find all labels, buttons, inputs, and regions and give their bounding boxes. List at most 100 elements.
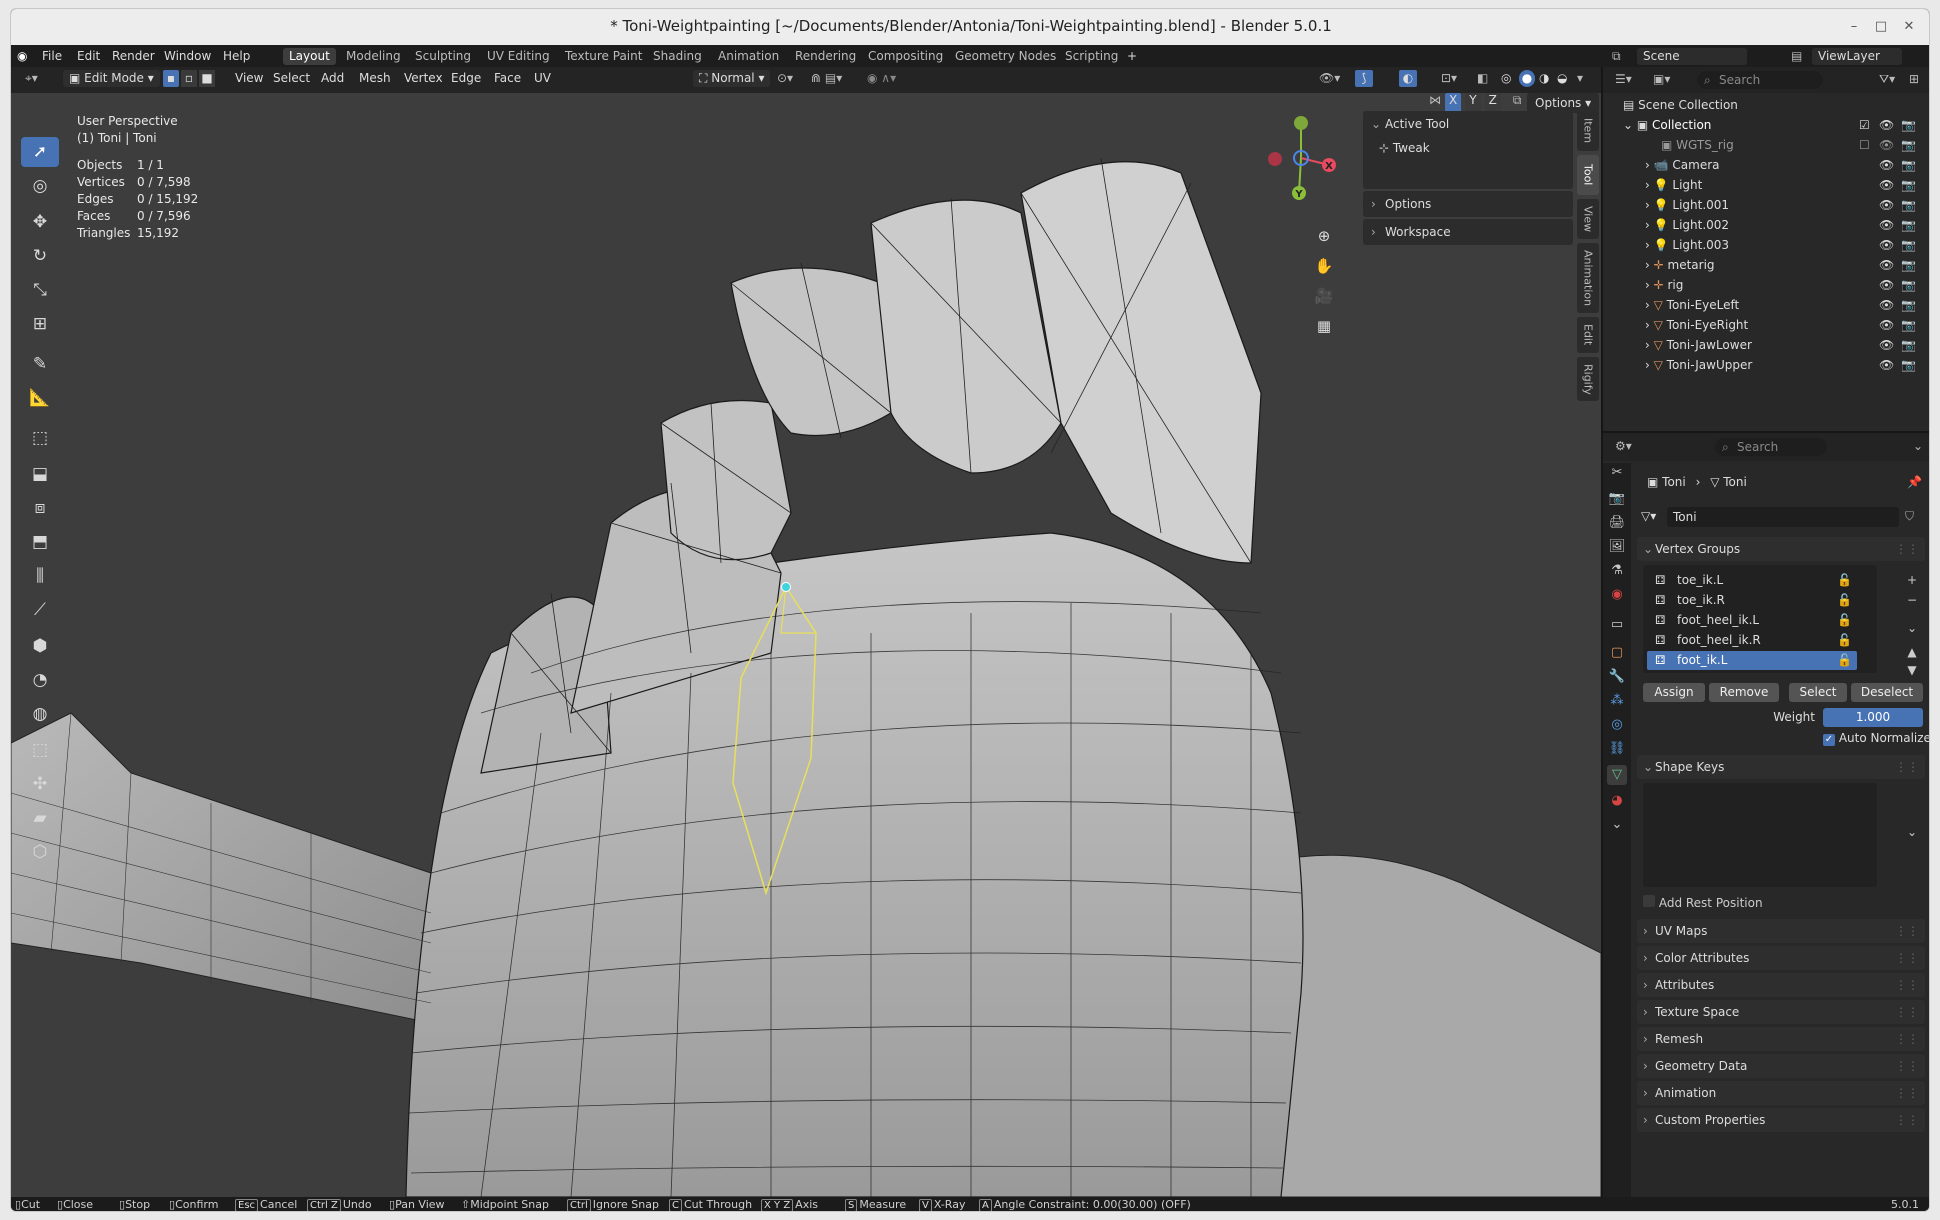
gizmo-neg-x-handle[interactable] (1268, 152, 1282, 166)
collection-tab-icon[interactable]: ▭ (1607, 615, 1627, 635)
section-uv-maps[interactable]: › UV Maps ⋮⋮ (1637, 919, 1925, 943)
outliner-item-toni-eyeleft[interactable]: › ▽ Toni-EyeLeft 👁 📷 (1603, 295, 1929, 315)
drag-handle-icon[interactable]: ⋮⋮ (1895, 755, 1919, 779)
eye-icon[interactable]: 👁 (1879, 215, 1894, 235)
outliner-item-light-001[interactable]: › 💡 Light.001 👁 📷 (1603, 195, 1929, 215)
material-tab-icon[interactable]: ◕ (1607, 791, 1627, 811)
gizmo-z-handle[interactable] (1294, 116, 1308, 130)
remove-vertex-group-icon[interactable]: − (1903, 591, 1921, 609)
drag-handle-icon[interactable]: ⋮⋮ (1895, 1000, 1919, 1024)
add-workspace-button[interactable]: + (1127, 48, 1137, 65)
extrude-tool-icon[interactable]: ⬓ (21, 459, 59, 489)
camera-render-icon[interactable]: 📷 (1901, 295, 1916, 315)
lock-icon[interactable]: 🔓 (1837, 611, 1852, 630)
eye-icon[interactable]: 👁 (1879, 315, 1894, 335)
inset-tool-icon[interactable]: ⧈ (21, 493, 59, 523)
eye-icon[interactable]: 👁 (1879, 115, 1894, 135)
scene-selector[interactable]: Scene (1637, 48, 1747, 65)
maximize-icon[interactable]: □ (1871, 17, 1891, 37)
vertex-group-item[interactable]: ⚃ foot_heel_ik.R 🔓 (1647, 631, 1857, 650)
properties-search-input[interactable]: ⌕ Search (1715, 438, 1827, 456)
camera-render-icon[interactable]: 📷 (1901, 195, 1916, 215)
lock-icon[interactable]: 🔓 (1837, 651, 1852, 670)
modifier-tab-icon[interactable]: 🔧 (1607, 667, 1627, 687)
navigation-gizmo[interactable]: X Y (1251, 113, 1351, 203)
measure-tool-icon[interactable]: 📐 (21, 383, 59, 413)
move-down-icon[interactable]: ▼ (1903, 661, 1921, 679)
particles-tab-icon[interactable]: ⁂ (1607, 691, 1627, 711)
add-cube-tool-icon[interactable]: ⬚ (21, 423, 59, 453)
overlay-toggle-icon[interactable]: ◐ (1399, 70, 1417, 87)
mirror-icon[interactable]: ⋈ (1429, 93, 1441, 113)
outliner-item-rig[interactable]: › ✛ rig 👁 📷 (1603, 275, 1929, 295)
camera-render-icon[interactable]: 📷 (1901, 155, 1916, 175)
eye-icon[interactable]: 👁 (1879, 195, 1894, 215)
pin-icon[interactable]: 📌 (1907, 475, 1922, 489)
zoom-icon[interactable]: ⊕ (1311, 223, 1337, 249)
workspace-tab-rendering[interactable]: Rendering (789, 48, 862, 65)
knife-tool-icon[interactable]: ⟋ (21, 595, 59, 625)
mirror-y-button[interactable]: Y (1465, 93, 1481, 113)
vertex-group-item-selected[interactable]: ⚃ foot_ik.L 🔓 (1647, 651, 1857, 670)
outliner-item-toni-jawlower[interactable]: › ▽ Toni-JawLower 👁 📷 (1603, 335, 1929, 355)
menu-vertex[interactable]: Vertex (404, 70, 443, 87)
eye-icon[interactable]: 👁 (1879, 235, 1894, 255)
drag-handle-icon[interactable]: ⋮⋮ (1895, 1027, 1919, 1051)
move-tool-icon[interactable]: ✥ (21, 207, 59, 237)
mirror-x-button[interactable]: X (1445, 93, 1462, 113)
vertex-groups-section[interactable]: ⌄ Vertex Groups ⋮⋮ (1637, 537, 1925, 561)
options-panel[interactable]: › Options (1363, 191, 1573, 217)
menu-edit[interactable]: Edit (77, 48, 100, 65)
drag-handle-icon[interactable]: ⋮⋮ (1895, 1054, 1919, 1078)
new-collection-icon[interactable]: ⊞ (1909, 72, 1919, 86)
mode-dropdown[interactable]: ▣ Edit Mode ▾ (63, 70, 160, 87)
camera-render-icon[interactable]: 📷 (1901, 315, 1916, 335)
transform-tool-icon[interactable]: ⊞ (21, 309, 59, 339)
filter-icon[interactable]: ⛛▾ (1879, 72, 1895, 87)
workspace-tab-geometry-nodes[interactable]: Geometry Nodes (949, 48, 1062, 65)
lock-icon[interactable]: 🔓 (1837, 631, 1852, 650)
edge-slide-tool-icon[interactable]: ⬚ (21, 735, 59, 765)
active-tool-item[interactable]: ⊹ Tweak (1379, 139, 1430, 157)
section-animation[interactable]: › Animation ⋮⋮ (1637, 1081, 1925, 1105)
eye-icon[interactable]: 👁 (1879, 275, 1894, 295)
lock-icon[interactable]: 🔓 (1837, 571, 1852, 590)
pan-hand-icon[interactable]: ✋ (1311, 253, 1337, 279)
outliner-editor-type-icon[interactable]: ☰▾ (1615, 72, 1632, 86)
tab-tool[interactable]: Tool (1577, 155, 1599, 195)
editor-type-icon[interactable]: ⌖▾ (25, 70, 38, 87)
workspace-tab-uv-editing[interactable]: UV Editing (481, 48, 556, 65)
menu-mesh[interactable]: Mesh (359, 70, 391, 87)
shape-key-specials-icon[interactable]: ⌄ (1903, 823, 1921, 841)
camera-render-icon[interactable]: 📷 (1901, 115, 1916, 135)
vertex-select-icon[interactable]: ▪ (163, 70, 179, 87)
section-attributes[interactable]: › Attributes ⋮⋮ (1637, 973, 1925, 997)
tab-view[interactable]: View (1577, 199, 1599, 239)
section-color-attributes[interactable]: › Color Attributes ⋮⋮ (1637, 946, 1925, 970)
shading-wireframe-icon[interactable]: ◎ (1501, 70, 1511, 87)
shear-tool-icon[interactable]: ▰ (21, 803, 59, 833)
loop-cut-tool-icon[interactable]: ⫼ (21, 561, 59, 591)
menu-help[interactable]: Help (223, 48, 250, 65)
tab-edit[interactable]: Edit (1577, 317, 1599, 353)
camera-render-icon[interactable]: 📷 (1901, 335, 1916, 355)
vertex-group-item[interactable]: ⚃ toe_ik.L 🔓 (1647, 571, 1857, 590)
workspace-tab-animation[interactable]: Animation (712, 48, 785, 65)
add-vertex-group-icon[interactable]: + (1903, 571, 1921, 589)
workspace-tab-shading[interactable]: Shading (647, 48, 708, 65)
shape-keys-section[interactable]: ⌄ Shape Keys ⋮⋮ (1637, 755, 1925, 779)
tool-tab-icon[interactable]: ✂ (1607, 463, 1627, 483)
drag-handle-icon[interactable]: ⋮⋮ (1895, 919, 1919, 943)
eye-icon[interactable]: 👁 (1879, 335, 1894, 355)
vertex-group-item[interactable]: ⚃ toe_ik.R 🔓 (1647, 591, 1857, 610)
shading-solid-icon[interactable]: ● (1519, 70, 1535, 87)
cursor-tool-icon[interactable]: ◎ (21, 171, 59, 201)
view-layer-tab-icon[interactable]: 🖼 (1607, 537, 1627, 557)
outliner-item-toni-eyeright[interactable]: › ▽ Toni-EyeRight 👁 📷 (1603, 315, 1929, 335)
camera-render-icon[interactable]: 📷 (1901, 235, 1916, 255)
menu-edge[interactable]: Edge (451, 70, 481, 87)
outliner-item-camera[interactable]: › 📹 Camera 👁 📷 (1603, 155, 1929, 175)
camera-render-icon[interactable]: 📷 (1901, 255, 1916, 275)
section-custom-properties[interactable]: › Custom Properties ⋮⋮ (1637, 1108, 1925, 1132)
face-select-icon[interactable]: ■ (199, 70, 215, 87)
